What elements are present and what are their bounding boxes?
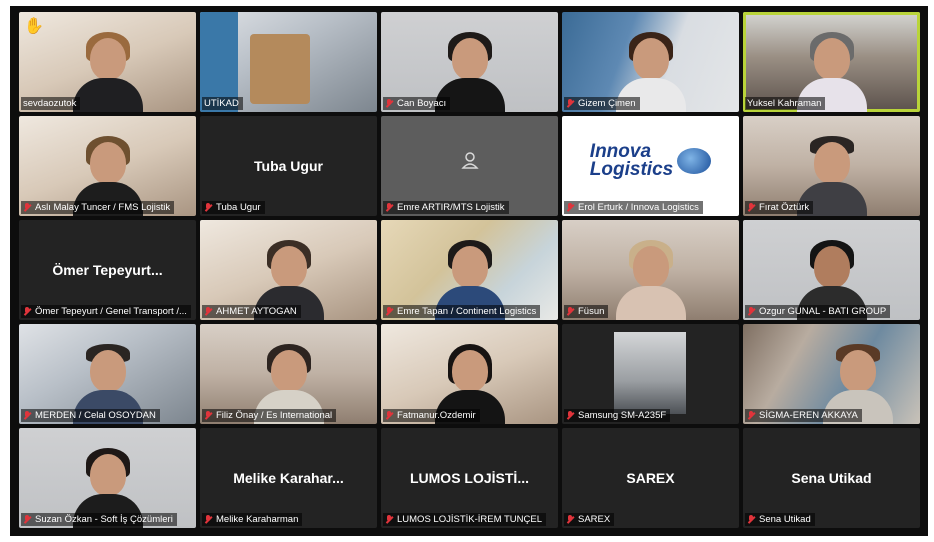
participant-name-label: Samsung SM-A235F bbox=[564, 409, 671, 422]
participant-tile-gizem-cimen[interactable]: Gizem Çimen bbox=[562, 12, 739, 112]
mic-muted-icon bbox=[747, 306, 756, 317]
mic-muted-icon bbox=[747, 202, 756, 213]
mic-muted-icon bbox=[204, 306, 213, 317]
mic-muted-icon bbox=[23, 306, 32, 317]
participant-tile-utikad[interactable]: UTİKAD bbox=[200, 12, 377, 112]
participant-video bbox=[72, 32, 143, 112]
participant-name-label: Melike Karaharman bbox=[202, 513, 303, 526]
video-gallery: ✋ sevdaozutok UTİKAD Can Boyacı Gizem Çi… bbox=[10, 6, 928, 536]
mic-muted-icon bbox=[566, 98, 575, 109]
participant-name-label: UTİKAD bbox=[202, 97, 243, 110]
mic-muted-icon bbox=[566, 514, 575, 525]
participant-tile-filiz-onay[interactable]: Filiz Önay / Es International bbox=[200, 324, 377, 424]
mic-muted-icon bbox=[566, 306, 575, 317]
participant-tile-omer-tepeyurt[interactable]: Ömer Tepeyurt... Ömer Tepeyurt / Genel T… bbox=[19, 220, 196, 320]
participant-tile-can-boyaci[interactable]: Can Boyacı bbox=[381, 12, 558, 112]
mic-muted-icon bbox=[204, 514, 213, 525]
innova-logistics-logo: Innova Logistics bbox=[572, 130, 729, 192]
mic-muted-icon bbox=[385, 202, 394, 213]
participant-tile-erol-erturk[interactable]: Innova Logistics Erol Erturk / Innova Log… bbox=[562, 116, 739, 216]
meeting-table bbox=[250, 34, 310, 104]
participant-tile-fusun[interactable]: Füsun bbox=[562, 220, 739, 320]
participant-name-label: Suzan Özkan - Soft İş Çözümleri bbox=[21, 513, 177, 526]
globe-icon bbox=[677, 148, 712, 174]
participant-tile-asli-malay-tuncer[interactable]: Aslı Malay Tuncer / FMS Lojistik bbox=[19, 116, 196, 216]
participant-name-label: SİGMA-EREN AKKAYA bbox=[745, 409, 862, 422]
participant-name-label: Erol Erturk / Innova Logistics bbox=[564, 201, 703, 214]
participant-name-label: AHMET AYTOGAN bbox=[202, 305, 301, 318]
participant-display-name: SAREX bbox=[626, 470, 675, 486]
participant-tile-samsung[interactable]: Samsung SM-A235F bbox=[562, 324, 739, 424]
participant-tile-emre-tapan[interactable]: Emre Tapan / Continent Logistics bbox=[381, 220, 558, 320]
participant-name-label: MERDEN / Celal OSOYDAN bbox=[21, 409, 160, 422]
user-avatar-icon bbox=[460, 152, 479, 169]
mic-muted-icon bbox=[747, 514, 756, 525]
participant-name-label: Sena Utikad bbox=[745, 513, 815, 526]
participant-name-label: SAREX bbox=[564, 513, 615, 526]
mic-muted-icon bbox=[385, 306, 394, 317]
participant-display-name: Tuba Ugur bbox=[254, 158, 323, 174]
participant-tile-sigma-eren-akkaya[interactable]: SİGMA-EREN AKKAYA bbox=[743, 324, 920, 424]
mic-muted-icon bbox=[566, 202, 575, 213]
participant-name-label: Füsun bbox=[564, 305, 609, 318]
mic-muted-icon bbox=[747, 410, 756, 421]
mic-muted-icon bbox=[566, 410, 575, 421]
mic-muted-icon bbox=[385, 514, 394, 525]
participant-name-label: Gizem Çimen bbox=[564, 97, 640, 110]
participant-name-label: Fırat Öztürk bbox=[745, 201, 814, 214]
mic-muted-icon bbox=[204, 202, 213, 213]
participant-tile-sarex[interactable]: SAREX SAREX bbox=[562, 428, 739, 528]
participant-name-label: Emre ARTIR/MTS Lojistik bbox=[383, 201, 509, 214]
participant-name-label: Can Boyacı bbox=[383, 97, 451, 110]
participant-display-name: LUMOS LOJİSTİ... bbox=[409, 470, 529, 486]
participant-name-label: Tuba Ugur bbox=[202, 201, 265, 214]
participant-tile-suzan-ozkan[interactable]: Suzan Özkan - Soft İş Çözümleri bbox=[19, 428, 196, 528]
raised-hand-icon: ✋ bbox=[24, 16, 44, 35]
participant-tile-ozgur-gunal[interactable]: Ozgur GUNAL - BATI GROUP bbox=[743, 220, 920, 320]
mic-muted-icon bbox=[23, 202, 32, 213]
participant-tile-tuba-ugur[interactable]: Tuba Ugur Tuba Ugur bbox=[200, 116, 377, 216]
participant-tile-lumos-lojistik[interactable]: LUMOS LOJİSTİ... LUMOS LOJİSTİK-İREM TUN… bbox=[381, 428, 558, 528]
participant-display-name: Melike Karahar... bbox=[233, 470, 344, 486]
participant-display-name: Ömer Tepeyurt... bbox=[52, 262, 163, 278]
participant-tile-ahmet-aytogan[interactable]: AHMET AYTOGAN bbox=[200, 220, 377, 320]
mic-muted-icon bbox=[385, 98, 394, 109]
participant-video bbox=[614, 332, 686, 414]
participant-display-name: Sena Utikad bbox=[791, 470, 872, 486]
participant-name-label: Ömer Tepeyurt / Genel Transport /... bbox=[21, 305, 191, 318]
mic-muted-icon bbox=[385, 410, 394, 421]
participant-tile-fatmanur-ozdemir[interactable]: Fatmanur.Ozdemir bbox=[381, 324, 558, 424]
mic-muted-icon bbox=[23, 514, 32, 525]
participant-tile-merden[interactable]: MERDEN / Celal OSOYDAN bbox=[19, 324, 196, 424]
participant-tile-firat-ozturk[interactable]: Fırat Öztürk bbox=[743, 116, 920, 216]
participant-name-label: Ozgur GUNAL - BATI GROUP bbox=[745, 305, 891, 318]
participant-tile-sevdaozutok[interactable]: ✋ sevdaozutok bbox=[19, 12, 196, 112]
participant-name-label: Aslı Malay Tuncer / FMS Lojistik bbox=[21, 201, 175, 214]
participant-name-label: sevdaozutok bbox=[21, 97, 81, 110]
participant-name-label: Yuksel Kahraman bbox=[745, 97, 826, 110]
participant-name-label: Filiz Önay / Es International bbox=[202, 409, 337, 422]
participant-name-label: Emre Tapan / Continent Logistics bbox=[383, 305, 541, 318]
participant-tile-sena-utikad[interactable]: Sena Utikad Sena Utikad bbox=[743, 428, 920, 528]
participant-name-label: Fatmanur.Ozdemir bbox=[383, 409, 480, 422]
participant-tile-yuksel-kahraman[interactable]: Yuksel Kahraman bbox=[743, 12, 920, 112]
participant-name-label: LUMOS LOJİSTİK-İREM TUNÇEL bbox=[383, 513, 546, 526]
participant-tile-melike-karaharman[interactable]: Melike Karahar... Melike Karaharman bbox=[200, 428, 377, 528]
participant-video bbox=[615, 240, 686, 320]
mic-muted-icon bbox=[23, 410, 32, 421]
gallery-grid: ✋ sevdaozutok UTİKAD Can Boyacı Gizem Çi… bbox=[19, 12, 920, 528]
participant-tile-emre-artir[interactable]: Emre ARTIR/MTS Lojistik bbox=[381, 116, 558, 216]
mic-muted-icon bbox=[204, 410, 213, 421]
